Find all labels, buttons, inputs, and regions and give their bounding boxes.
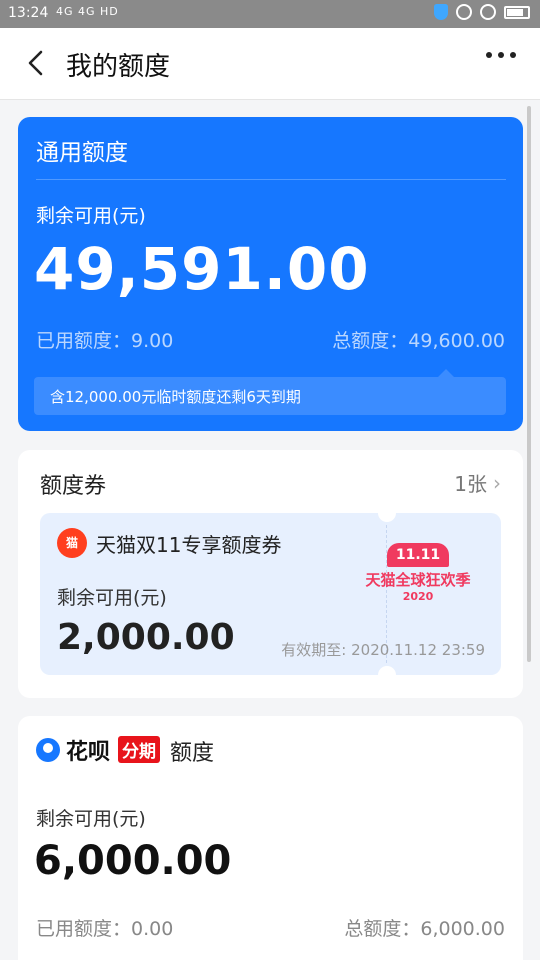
signal-icon: 4G 4G HD: [56, 5, 119, 18]
used-quota: 已用额度：9.00: [36, 330, 174, 352]
tmall-1111-mark: 11.11: [387, 543, 449, 567]
general-quota-card[interactable]: 通用额度 剩余可用(元) 49,591.00 已用额度：9.00 总额度：49,…: [18, 117, 523, 431]
huabei-total-quota: 总额度：6,000.00: [344, 918, 505, 940]
huabei-available-label: 剩余可用(元): [36, 808, 146, 830]
tmall-1111-logo: 11.11 天猫全球狂欢季 2020: [358, 543, 478, 613]
dot-icon: [510, 52, 516, 58]
status-icons: [434, 4, 530, 20]
lock-icon: [456, 4, 472, 20]
back-button[interactable]: [22, 48, 52, 78]
tmall-coupon[interactable]: 猫 天猫双11专享额度券 剩余可用(元) 2,000.00 有效期至: 2020…: [40, 513, 501, 675]
dot-icon: [498, 52, 504, 58]
temporary-quota-note: 含12,000.00元临时额度还剩6天到期: [34, 369, 506, 415]
tmall-festival-text: 天猫全球狂欢季: [365, 571, 471, 589]
app-header: 我的额度: [0, 28, 540, 100]
coupon-notch: [378, 513, 396, 522]
coupon-available-label: 剩余可用(元): [57, 587, 167, 609]
coupon-notch: [378, 666, 396, 675]
coupon-count: 1张: [454, 472, 487, 496]
coupon-expiry: 有效期至: 2020.11.12 23:59: [281, 641, 485, 659]
shield-icon: [434, 4, 448, 20]
available-label: 剩余可用(元): [36, 205, 146, 227]
scrollbar[interactable]: [527, 106, 531, 662]
available-amount: 49,591.00: [34, 235, 370, 303]
chevron-right-icon: ›: [493, 470, 501, 495]
more-options-button[interactable]: [486, 52, 516, 58]
coupon-section-title: 额度券: [40, 474, 107, 499]
battery-icon: [504, 5, 530, 19]
huabei-logo-icon: [36, 738, 60, 762]
huabei-quota-title: 额度: [170, 741, 215, 766]
alarm-icon: [480, 4, 496, 20]
total-quota: 总额度：49,600.00: [332, 330, 505, 352]
installment-tag: 分期: [118, 736, 160, 763]
coupon-count-link[interactable]: 1张 ›: [454, 468, 501, 497]
huabei-installment-card[interactable]: 花呗 分期 额度 剩余可用(元) 6,000.00 已用额度：0.00 总额度：…: [18, 716, 523, 960]
divider: [36, 179, 506, 180]
tmall-logo-icon: 猫: [57, 528, 87, 558]
coupon-name: 天猫双11专享额度券: [96, 533, 282, 557]
huabei-amount: 6,000.00: [34, 838, 232, 884]
tmall-festival-year: 2020: [402, 590, 434, 603]
dot-icon: [486, 52, 492, 58]
general-quota-title: 通用额度: [36, 140, 128, 166]
page-title: 我的额度: [66, 52, 171, 82]
status-time: 13:24: [8, 5, 49, 21]
huabei-brand: 花呗: [66, 740, 111, 765]
huabei-used-quota: 已用额度：0.00: [36, 918, 174, 940]
quota-coupon-card: 额度券 1张 › 猫 天猫双11专享额度券 剩余可用(元) 2,000.00 有…: [18, 450, 523, 698]
chevron-left-icon: [28, 50, 43, 76]
coupon-amount: 2,000.00: [57, 617, 235, 658]
status-bar: 13:24 4G 4G HD: [0, 0, 540, 28]
